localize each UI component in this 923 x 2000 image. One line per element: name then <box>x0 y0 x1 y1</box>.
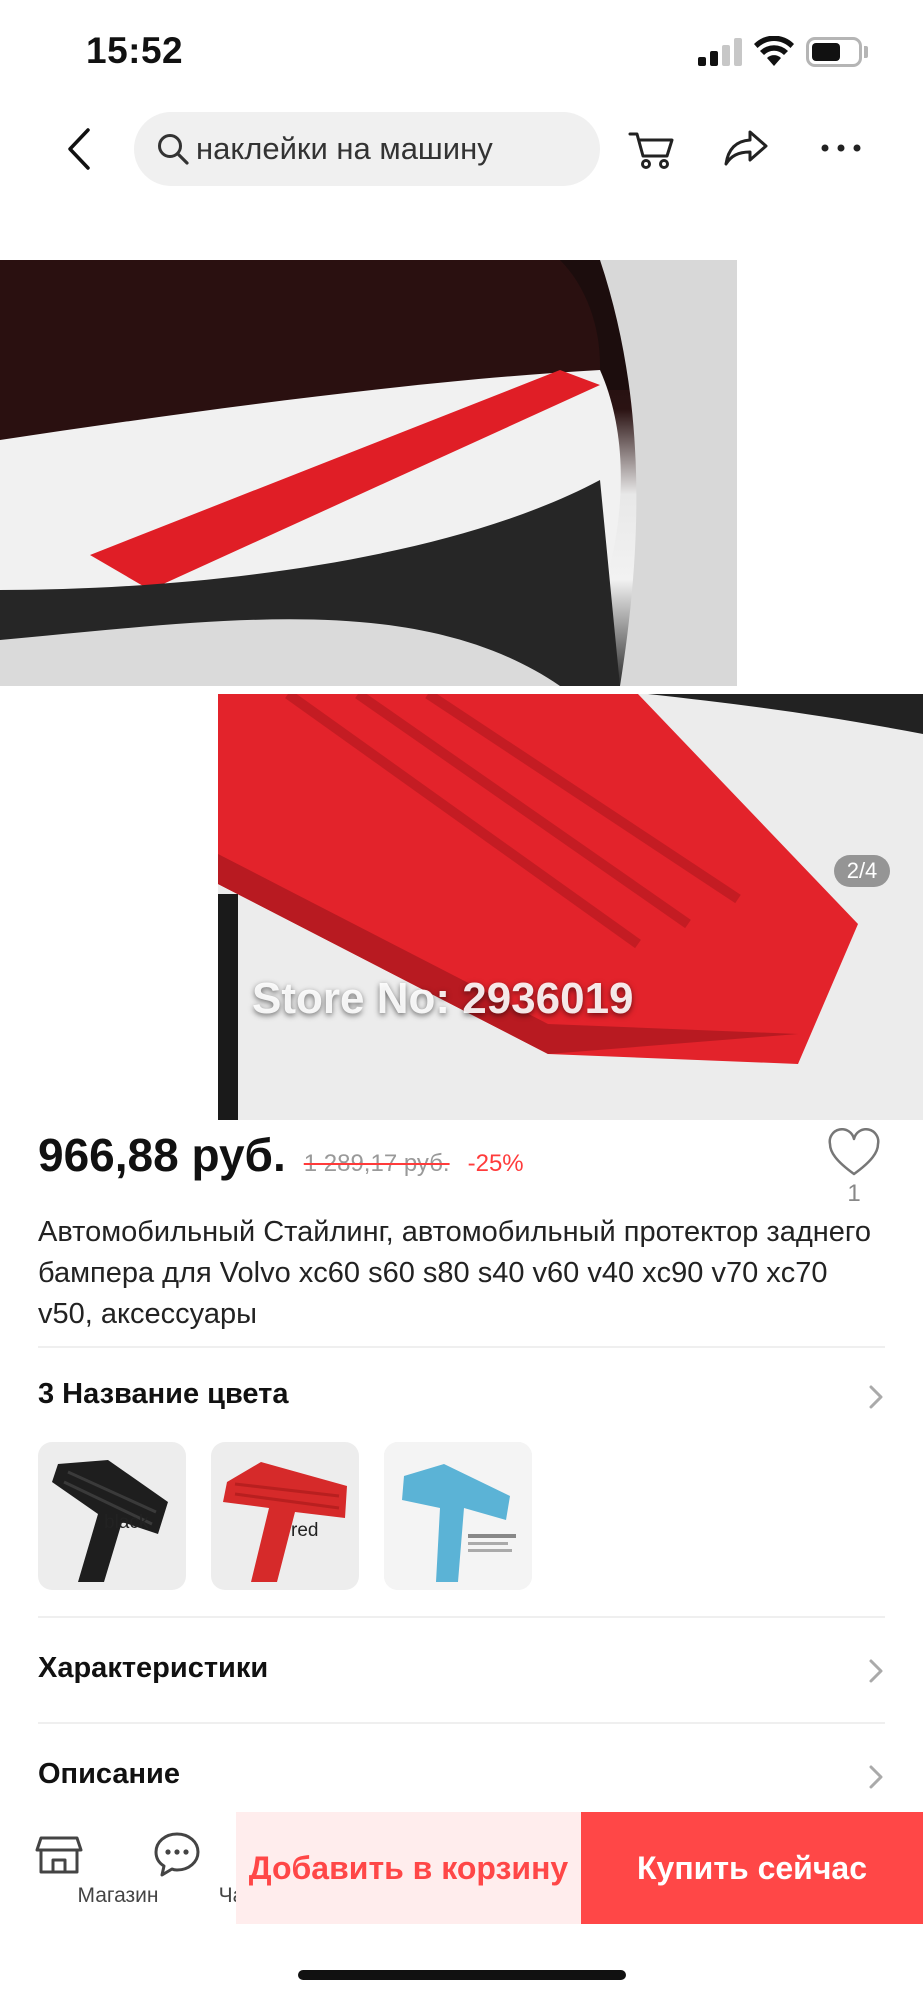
current-price: 966,88 руб. <box>38 1129 286 1181</box>
home-indicator <box>298 1970 626 1980</box>
color-section-header[interactable]: 3 Название цвета <box>0 1362 923 1432</box>
chat-icon <box>154 1832 200 1877</box>
product-gallery[interactable]: Store No: 2936019 <box>0 200 923 1120</box>
product-photo-top <box>0 260 737 686</box>
wifi-icon <box>754 36 794 66</box>
product-page: 15:52 наклейки на машину Store No: 29360… <box>0 0 923 2000</box>
product-title: Автомобильный Стайлинг, автомобильный пр… <box>38 1216 871 1330</box>
battery-tip <box>864 46 868 58</box>
status-time: 15:52 <box>86 30 184 71</box>
cart-icon[interactable] <box>626 122 678 174</box>
heart-icon[interactable] <box>826 1128 882 1180</box>
swatch-red[interactable]: red <box>211 1442 359 1590</box>
gallery-page-counter: 2/4 <box>834 855 890 887</box>
store-watermark: Store No: 2936019 <box>252 974 634 1023</box>
description-title: Описание <box>38 1758 180 1790</box>
swatch-label: black <box>104 1512 149 1533</box>
cellular-signal-icon <box>698 38 742 66</box>
add-to-cart-button[interactable]: Добавить в корзину <box>236 1812 581 1924</box>
old-price: 1 289,17 руб. <box>303 1150 450 1177</box>
store-icon <box>35 1836 83 1874</box>
more-icon[interactable] <box>815 122 867 174</box>
search-query: наклейки на машину <box>196 131 493 166</box>
product-photo-bottom: Store No: 2936019 <box>218 694 923 1120</box>
back-icon[interactable] <box>58 124 108 174</box>
chevron-right-icon <box>869 1385 883 1409</box>
specs-section[interactable]: Характеристики <box>0 1636 923 1706</box>
discount-badge: -25% <box>467 1150 524 1177</box>
swatch-blue[interactable] <box>384 1442 532 1590</box>
search-icon <box>158 134 189 165</box>
swatch-label: red <box>291 1520 319 1541</box>
divider <box>38 1616 885 1618</box>
divider <box>38 1722 885 1724</box>
chevron-right-icon <box>869 1659 883 1683</box>
swatch-black[interactable]: black <box>38 1442 186 1590</box>
buy-now-button[interactable]: Купить сейчас <box>581 1812 923 1924</box>
share-icon[interactable] <box>720 122 772 174</box>
status-bar: 15:52 <box>0 0 923 100</box>
battery-icon <box>806 37 862 67</box>
bottom-action-bar: Магазин Чат Добавить в корзину Купить се… <box>0 1812 923 1924</box>
color-section-title: 3 Название цвета <box>38 1378 289 1410</box>
wishlist-count: 1 <box>847 1180 861 1207</box>
chat-button[interactable]: Чат <box>118 1812 253 1924</box>
search-header: наклейки на машину <box>0 100 923 200</box>
store-button[interactable]: Магазин <box>0 1812 159 1924</box>
specs-title: Характеристики <box>38 1652 269 1684</box>
chevron-right-icon <box>869 1765 883 1789</box>
description-section[interactable]: Описание <box>0 1742 923 1812</box>
price-row: 966,88 руб. 1 289,17 руб. -25% <box>38 1128 524 1198</box>
search-input[interactable]: наклейки на машину <box>134 112 600 186</box>
divider <box>38 1346 885 1348</box>
